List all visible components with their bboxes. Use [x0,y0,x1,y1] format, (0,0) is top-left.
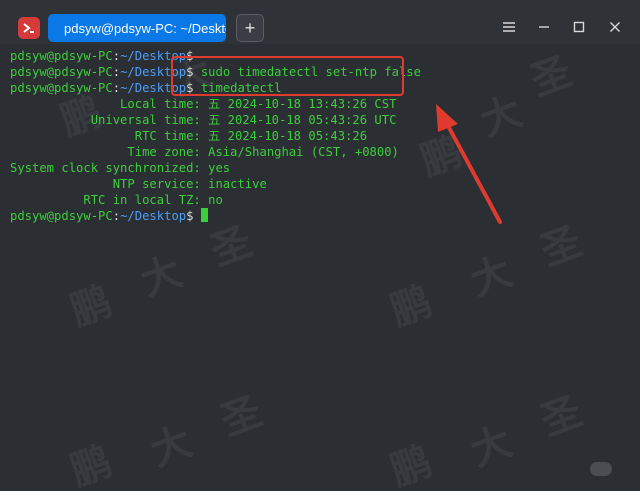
close-icon [610,22,620,32]
maximize-icon [573,21,585,33]
close-button[interactable] [606,18,624,36]
new-tab-button[interactable]: + [236,14,264,42]
tab-terminal[interactable]: pdsyw@pdsyw-PC: ~/Desktop [48,14,226,42]
menu-button[interactable] [500,18,518,36]
plus-icon: + [244,18,256,38]
minimize-button[interactable] [535,18,553,36]
terminal-window: pdsyw@pdsyw-PC: ~/Desktop + 鹏 大 鹏 大 圣 鹏 … [0,0,640,491]
terminal-app-icon[interactable] [18,17,40,39]
floating-widget-icon[interactable] [590,462,612,476]
hamburger-menu-icon [503,22,515,32]
annotation-arrow-icon [436,104,502,224]
tab-title: pdsyw@pdsyw-PC: ~/Desktop [64,20,226,36]
maximize-button[interactable] [570,18,588,36]
title-bar: pdsyw@pdsyw-PC: ~/Desktop + [0,0,640,44]
terminal-output-area[interactable]: 鹏 大 鹏 大 圣 鹏 大 圣 鹏 大 圣 鹏 大 圣 鹏 大 圣 pdsyw@… [0,44,640,491]
minimize-icon [539,26,549,28]
